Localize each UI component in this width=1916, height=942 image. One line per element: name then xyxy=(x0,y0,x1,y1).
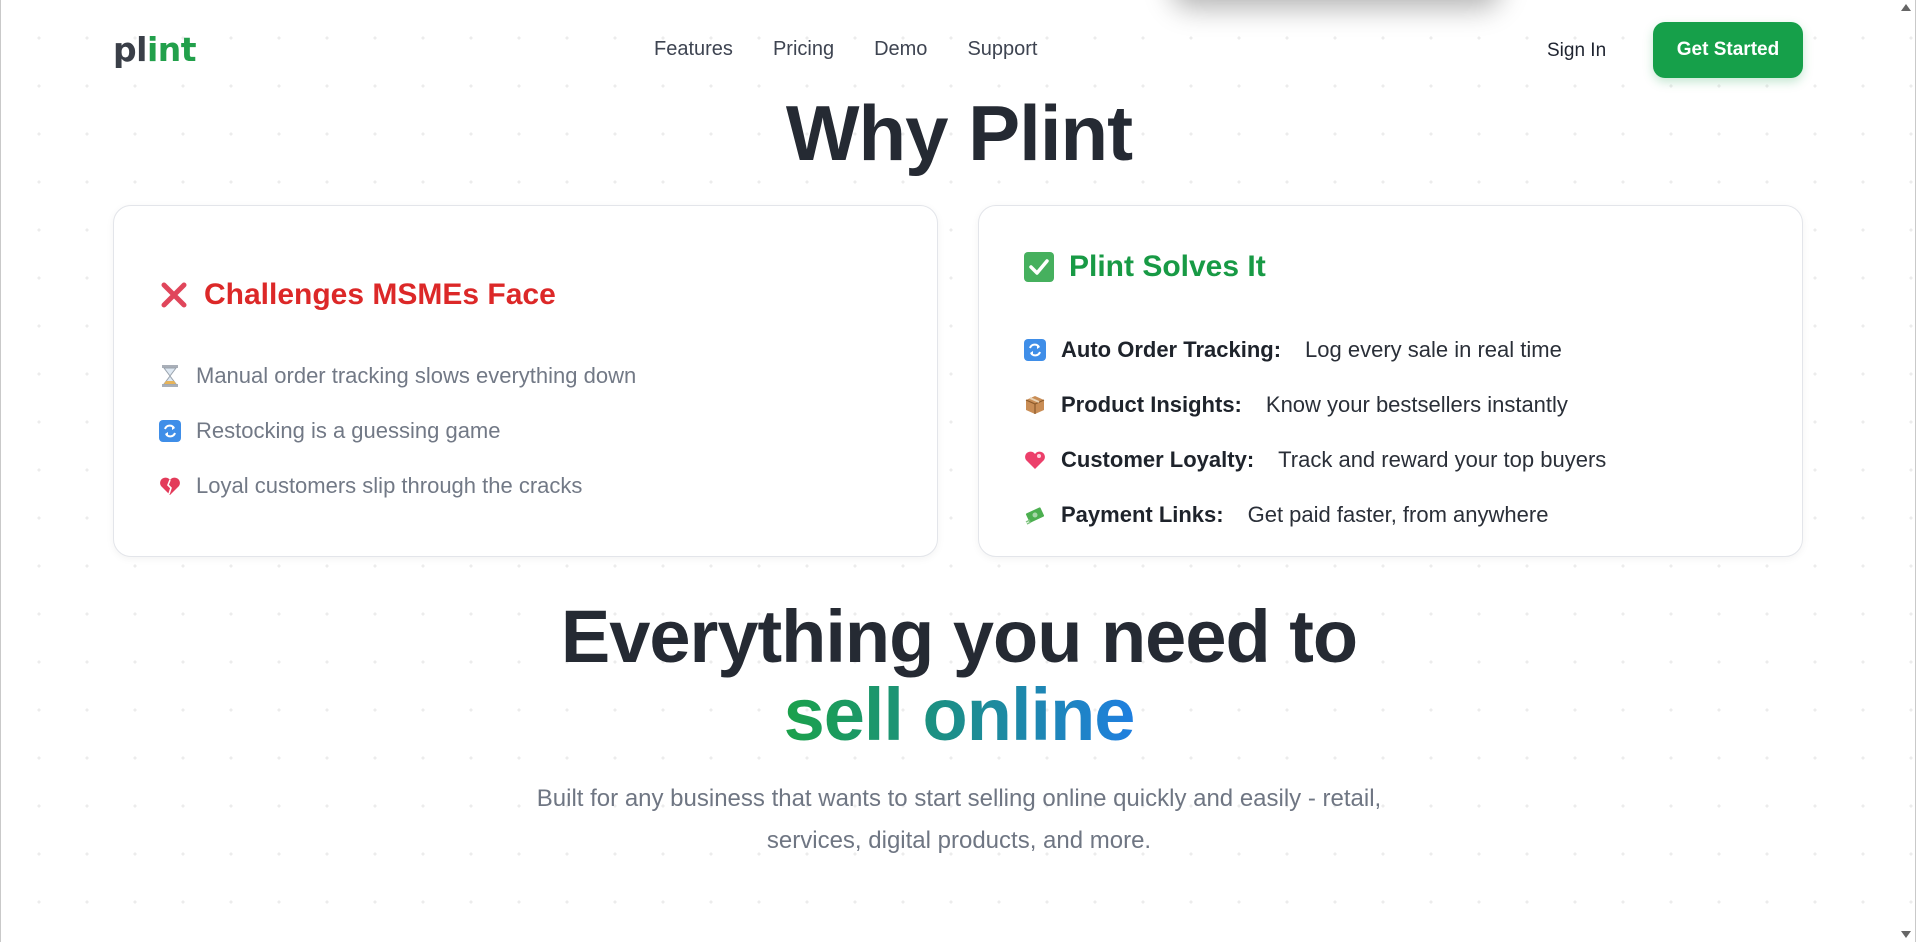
nav-link-support[interactable]: Support xyxy=(967,38,1037,61)
money-icon xyxy=(1023,503,1047,527)
page: plint Features Pricing Demo Support Sign… xyxy=(0,0,1916,942)
list-item: Auto Order Tracking: Log every sale in r… xyxy=(1023,322,1606,377)
scroll-up-arrow-icon[interactable] xyxy=(1901,4,1911,11)
list-item: Loyal customers slip through the cracks xyxy=(158,458,636,513)
list-item: Restocking is a guessing game xyxy=(158,403,636,458)
challenges-list: Manual order tracking slows everything d… xyxy=(158,348,636,513)
solution-text: Track and reward your top buyers xyxy=(1278,446,1607,472)
scroll-down-arrow-icon[interactable] xyxy=(1901,931,1911,938)
solution-text: Log every sale in real time xyxy=(1305,336,1562,362)
main-nav: Features Pricing Demo Support xyxy=(654,38,1038,61)
heart-icon xyxy=(1023,448,1047,472)
solution-label: Product Insights: xyxy=(1061,391,1242,417)
solutions-list: Auto Order Tracking: Log every sale in r… xyxy=(1023,322,1606,542)
sign-in-link[interactable]: Sign In xyxy=(1547,40,1606,62)
list-item: Manual order tracking slows everything d… xyxy=(158,348,636,403)
refresh-icon xyxy=(1023,338,1047,362)
list-item: Customer Loyalty: Track and reward your … xyxy=(1023,432,1606,487)
solutions-card: Plint Solves It Auto Order Tracking: Log… xyxy=(978,205,1803,557)
features-subtitle: Built for any business that wants to sta… xyxy=(1,778,1915,862)
solution-label: Customer Loyalty: xyxy=(1061,446,1255,472)
features-heading-highlight: sell online xyxy=(783,673,1136,756)
logo-accent: int xyxy=(146,30,197,69)
list-item: Product Insights: Know your bestsellers … xyxy=(1023,377,1606,432)
challenge-text: Restocking is a guessing game xyxy=(196,417,501,443)
solutions-title: Plint Solves It xyxy=(1023,250,1266,284)
solution-label: Payment Links: xyxy=(1061,501,1224,527)
nav-link-pricing[interactable]: Pricing xyxy=(773,38,834,61)
challenges-card: Challenges MSMEs Face Manual order track… xyxy=(113,205,938,557)
logo-prefix: pl xyxy=(113,30,147,69)
challenge-text: Loyal customers slip through the cracks xyxy=(196,472,583,498)
features-heading: Everything you need to sell online xyxy=(1,595,1915,756)
challenges-title: Challenges MSMEs Face xyxy=(158,278,556,312)
solution-text: Get paid faster, from anywhere xyxy=(1247,501,1549,527)
solution-text: Know your bestsellers instantly xyxy=(1265,391,1568,417)
solution-label: Auto Order Tracking: xyxy=(1061,336,1282,362)
broken-heart-icon xyxy=(158,474,182,498)
logo[interactable]: plint xyxy=(113,30,197,69)
solutions-title-text: Plint Solves It xyxy=(1069,250,1266,283)
package-icon xyxy=(1023,393,1047,417)
nav-link-features[interactable]: Features xyxy=(654,38,733,61)
cross-mark-icon xyxy=(158,279,190,311)
hourglass-icon xyxy=(158,364,182,388)
features-heading-line1: Everything you need to xyxy=(560,595,1358,678)
challenges-title-text: Challenges MSMEs Face xyxy=(204,278,556,311)
get-started-button[interactable]: Get Started xyxy=(1653,22,1803,78)
challenge-text: Manual order tracking slows everything d… xyxy=(196,362,637,388)
subtitle-line2: services, digital products, and more. xyxy=(766,827,1152,854)
subtitle-line1: Built for any business that wants to sta… xyxy=(536,785,1382,812)
list-item: Payment Links: Get paid faster, from any… xyxy=(1023,487,1606,542)
why-plint-heading: Why Plint xyxy=(785,89,1133,177)
refresh-icon xyxy=(158,419,182,443)
check-mark-icon xyxy=(1023,251,1055,283)
nav-link-demo[interactable]: Demo xyxy=(874,38,927,61)
